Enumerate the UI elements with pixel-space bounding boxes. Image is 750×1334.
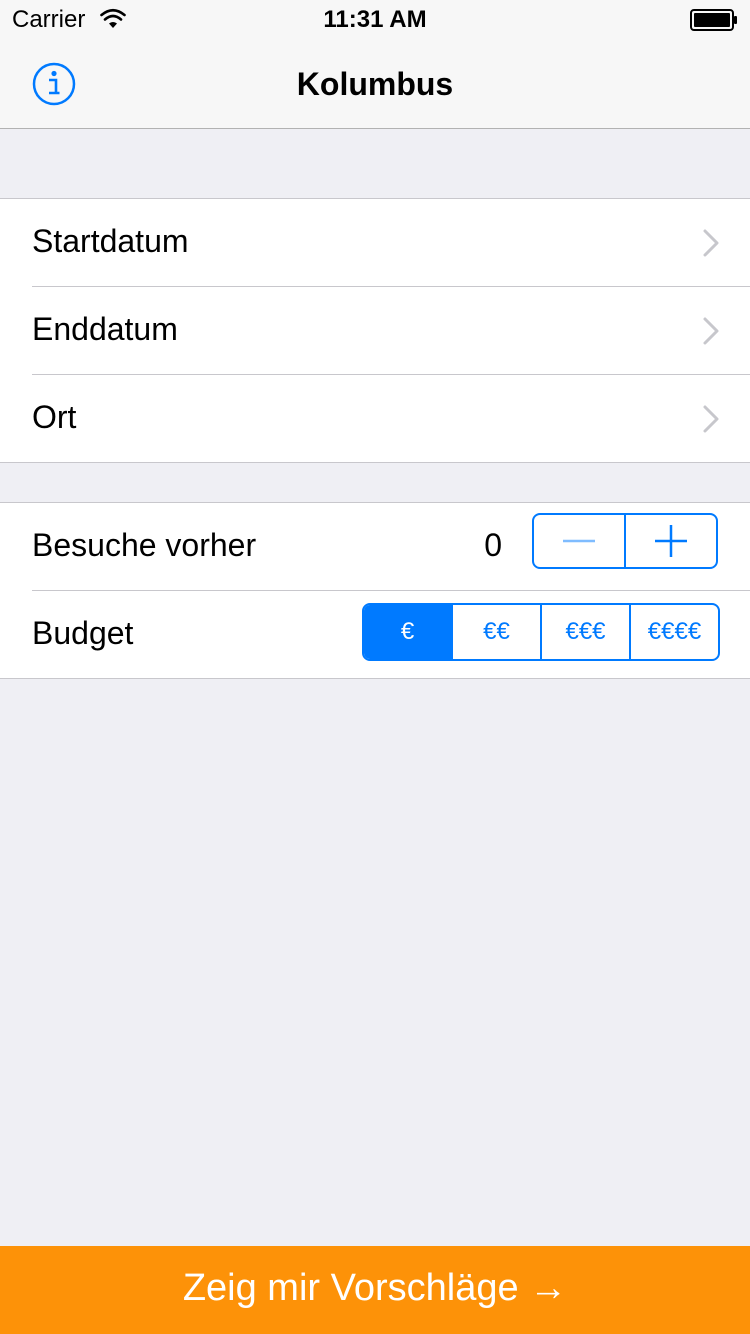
visits-value: 0: [484, 527, 502, 563]
increment-button[interactable]: [624, 515, 716, 567]
status-bar: Carrier 11:31 AM: [0, 0, 750, 40]
row-budget: Budget € €€ €€€ €€€€: [0, 590, 750, 678]
row-label-startdatum: Startdatum: [32, 223, 189, 259]
show-suggestions-button[interactable]: Zeig mir Vorschläge →: [0, 1246, 750, 1334]
chevron-right-icon: [703, 405, 719, 433]
page-title: Kolumbus: [296, 66, 454, 102]
budget-option-4[interactable]: €€€€: [629, 605, 718, 659]
row-label-ort: Ort: [32, 399, 77, 435]
budget-segmented-control[interactable]: € €€ €€€ €€€€: [362, 603, 720, 661]
battery-full-icon: [690, 9, 737, 31]
options-section: Besuche vorher 0 Budget € €€ €€€ €€€€: [0, 502, 750, 679]
chevron-right-icon: [703, 317, 719, 345]
row-label-enddatum: Enddatum: [32, 311, 178, 347]
plus-icon: [655, 525, 687, 557]
date-section: Startdatum Enddatum Ort: [0, 198, 750, 463]
budget-option-3[interactable]: €€€: [540, 605, 629, 659]
navigation-bar: Kolumbus: [0, 40, 750, 129]
minus-icon: [563, 539, 595, 543]
row-ort[interactable]: Ort: [0, 374, 750, 462]
row-enddatum[interactable]: Enddatum: [0, 286, 750, 374]
row-besuche-vorher: Besuche vorher 0: [0, 503, 750, 590]
budget-label: Budget: [32, 615, 134, 651]
decrement-button[interactable]: [534, 515, 624, 567]
chevron-right-icon: [703, 229, 719, 257]
budget-option-1[interactable]: €: [364, 605, 451, 659]
visits-stepper[interactable]: [532, 513, 718, 569]
budget-option-2[interactable]: €€: [451, 605, 540, 659]
status-time: 11:31 AM: [323, 6, 427, 33]
visits-label: Besuche vorher: [32, 527, 257, 563]
row-startdatum[interactable]: Startdatum: [0, 199, 750, 286]
